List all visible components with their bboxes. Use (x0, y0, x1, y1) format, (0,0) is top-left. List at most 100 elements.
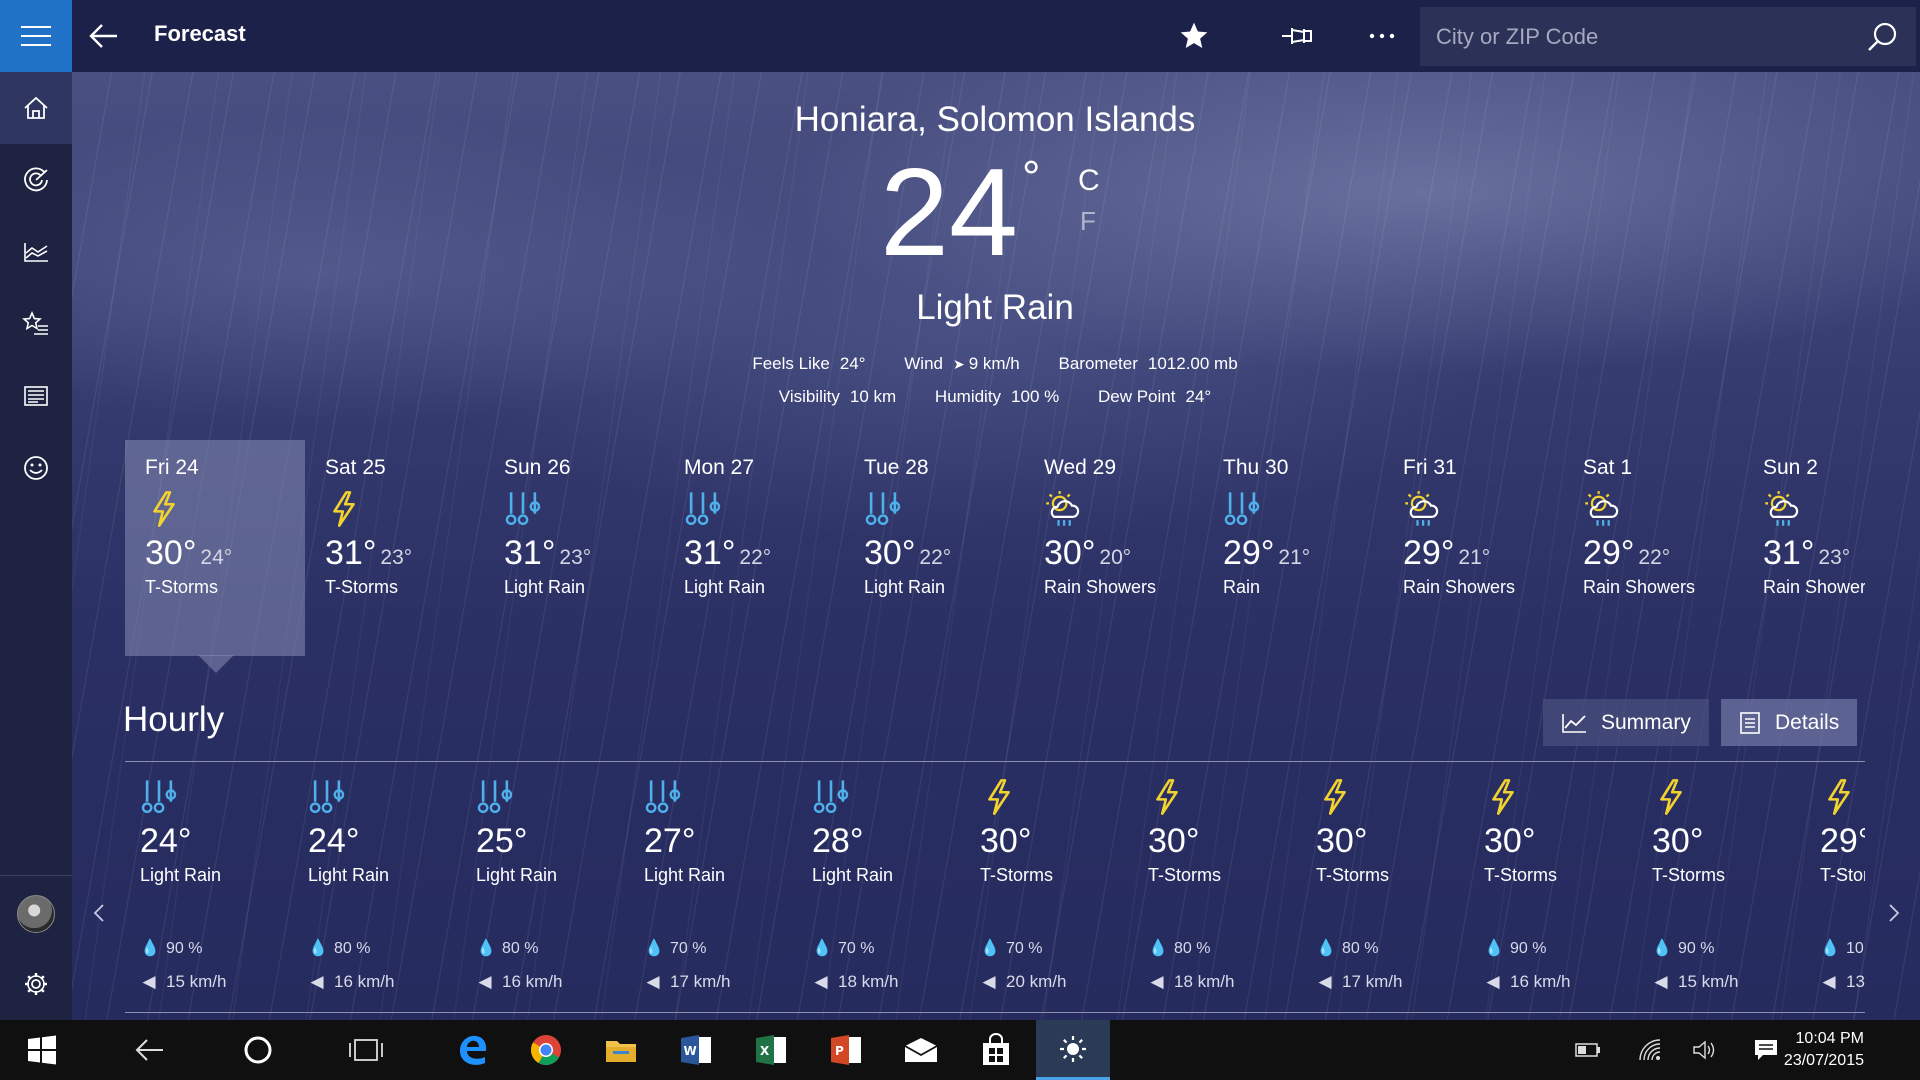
wind-direction-icon: ◀ (478, 972, 492, 991)
day-tile[interactable]: Sun 2 31° 23° Rain Showers (1743, 440, 1865, 656)
rain-icon (865, 492, 901, 526)
back-arrow-icon (89, 24, 117, 48)
more-options-button[interactable] (1360, 14, 1404, 58)
search-input[interactable] (1436, 23, 1836, 50)
mail-icon (904, 1038, 938, 1062)
hour-icon (644, 778, 812, 820)
fahrenheit-toggle[interactable]: F (1080, 206, 1096, 237)
hour-temperature: 28° (812, 822, 864, 860)
file-explorer-button[interactable] (591, 1020, 651, 1080)
scroll-left-button[interactable] (84, 898, 114, 928)
hourly-item[interactable]: 28° Light Rain 💧 70 % ◀ 18 km/h (812, 778, 980, 991)
hour-condition: Light Rain (308, 865, 390, 885)
hourly-item[interactable]: 24° Light Rain 💧 90 % ◀ 15 km/h (140, 778, 308, 991)
details-toggle[interactable]: Details (1721, 699, 1858, 746)
nav-places[interactable] (0, 288, 72, 360)
nav-historical-weather[interactable] (0, 216, 72, 288)
hour-icon (476, 778, 644, 820)
hourly-item[interactable]: 29° T-Storms 💧 10 ◀ 13 (1820, 778, 1865, 991)
start-icon (28, 1035, 56, 1065)
hour-precipitation: 💧 70 % (980, 938, 1042, 958)
title-bar: Forecast (0, 0, 1920, 72)
powerpoint-button[interactable]: P (816, 1020, 876, 1080)
nav-maps[interactable] (0, 144, 72, 216)
network-button[interactable] (1630, 1020, 1670, 1080)
hourly-item[interactable]: 30° T-Storms 💧 70 % ◀ 20 km/h (980, 778, 1148, 991)
raindrop-icon: 💧 (1820, 940, 1840, 957)
mail-button[interactable] (891, 1020, 951, 1080)
wind-direction-icon: ◀ (814, 972, 828, 991)
celsius-toggle[interactable]: C (1078, 164, 1100, 198)
day-low: 23° (1818, 546, 1851, 569)
details-label: Details (1775, 710, 1840, 734)
weather-app-button[interactable] (1036, 1020, 1110, 1080)
hour-precip-value: 90 % (1510, 940, 1547, 957)
scroll-right-button[interactable] (1879, 898, 1909, 928)
day-tile[interactable]: Sun 26 31° 23° Light Rain (484, 440, 664, 656)
day-tile[interactable]: Sat 1 29° 22° Rain Showers (1563, 440, 1743, 656)
day-tile[interactable]: Fri 24 30° 24° T-Storms (125, 440, 305, 656)
hour-wind-value: 20 km/h (1006, 972, 1067, 991)
battery-button[interactable] (1570, 1020, 1606, 1080)
system-clock[interactable]: 10:04 PM 23/07/2015 (1784, 1028, 1864, 1072)
hour-wind: ◀ 13 (1820, 972, 1864, 992)
hourly-item[interactable]: 27° Light Rain 💧 70 % ◀ 17 km/h (644, 778, 812, 991)
word-button[interactable]: W (666, 1020, 726, 1080)
hourly-item[interactable]: 30° T-Storms 💧 80 % ◀ 17 km/h (1316, 778, 1484, 991)
excel-button[interactable]: X (741, 1020, 801, 1080)
day-tile[interactable]: Tue 28 30° 22° Light Rain (844, 440, 1024, 656)
edge-button[interactable] (443, 1020, 503, 1080)
thunderstorm-icon (153, 491, 175, 527)
search-button[interactable] (1862, 17, 1902, 57)
summary-toggle[interactable]: Summary (1543, 699, 1709, 746)
hour-precipitation: 💧 80 % (1316, 938, 1378, 958)
day-icon (1403, 490, 1563, 530)
day-temperatures: 29° 21° (1403, 534, 1563, 573)
day-icon (1223, 490, 1383, 530)
hour-icon (1316, 778, 1484, 820)
hourly-item[interactable]: 30° T-Storms 💧 90 % ◀ 15 km/h (1652, 778, 1820, 991)
taskbar-back-button[interactable] (120, 1020, 180, 1080)
volume-button[interactable] (1685, 1020, 1725, 1080)
hourly-item[interactable]: 25° Light Rain 💧 80 % ◀ 16 km/h (476, 778, 644, 991)
favorite-button[interactable] (1172, 14, 1216, 58)
back-button[interactable] (82, 14, 126, 58)
day-icon (1763, 490, 1865, 530)
nav-home[interactable] (0, 72, 72, 144)
hour-wind: ◀ 17 km/h (644, 972, 730, 992)
day-tile[interactable]: Wed 29 30° 20° Rain Showers (1024, 440, 1204, 656)
hour-temperature: 30° (1316, 822, 1368, 860)
hour-temperature: 24° (308, 822, 360, 860)
task-view-button[interactable] (336, 1020, 396, 1080)
nav-news[interactable] (0, 360, 72, 432)
day-tile[interactable]: Fri 31 29° 21° Rain Showers (1383, 440, 1563, 656)
hamburger-menu-button[interactable] (0, 0, 72, 72)
settings-button[interactable] (0, 948, 72, 1020)
avatar (17, 895, 55, 933)
day-high: 29° (1403, 534, 1455, 572)
day-tile[interactable]: Mon 27 31° 22° Light Rain (664, 440, 844, 656)
thunderstorm-icon (1660, 779, 1682, 815)
pin-button[interactable] (1275, 14, 1319, 58)
store-button[interactable] (966, 1020, 1026, 1080)
account-button[interactable] (0, 878, 72, 950)
hourly-item[interactable]: 30° T-Storms 💧 90 % ◀ 16 km/h (1484, 778, 1652, 991)
thunderstorm-icon (1492, 779, 1514, 815)
day-tile[interactable]: Thu 30 29° 21° Rain (1203, 440, 1383, 656)
day-name: Fri 31 (1403, 456, 1457, 479)
radar-icon (24, 167, 48, 192)
hour-condition: T-Storms (1484, 865, 1558, 885)
start-button[interactable] (12, 1020, 72, 1080)
hourly-item[interactable]: 30° T-Storms 💧 80 % ◀ 18 km/h (1148, 778, 1316, 991)
svg-text:X: X (760, 1044, 770, 1058)
day-icon (1583, 490, 1743, 530)
hourly-item[interactable]: 24° Light Rain 💧 80 % ◀ 16 km/h (308, 778, 476, 991)
day-condition: Rain Showers (1583, 577, 1696, 597)
action-center-button[interactable] (1746, 1020, 1786, 1080)
day-tile[interactable]: Sat 25 31° 23° T-Storms (305, 440, 485, 656)
cortana-button[interactable] (228, 1020, 288, 1080)
rain-icon (645, 780, 681, 814)
chrome-icon (531, 1035, 561, 1066)
chrome-button[interactable] (516, 1020, 576, 1080)
nav-feedback[interactable] (0, 432, 72, 504)
